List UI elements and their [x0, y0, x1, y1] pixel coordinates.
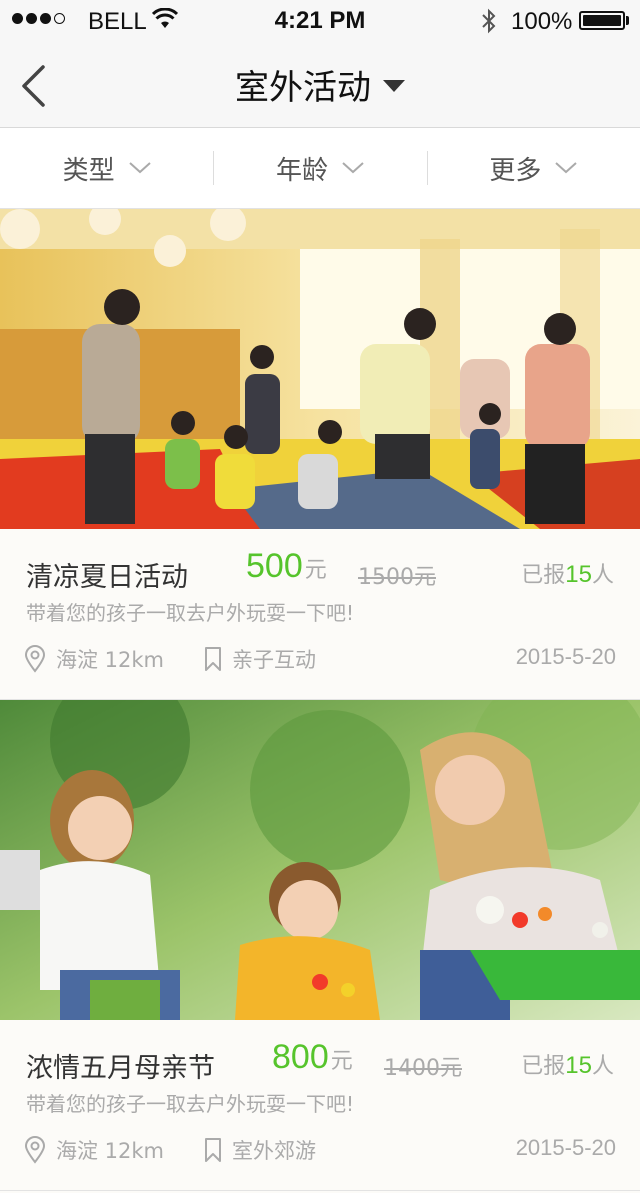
filter-bar: 类型 年龄 更多: [0, 128, 640, 209]
battery-percentage: 100%: [511, 8, 573, 35]
filter-label: 年龄: [275, 155, 328, 186]
activity-date: 2015-5-20: [515, 1135, 616, 1160]
activity-price: 800元: [272, 1038, 353, 1076]
chevron-down-icon: [555, 162, 577, 174]
bookmark-icon: [205, 1138, 221, 1162]
activity-photo: [0, 209, 640, 529]
filter-label: 类型: [62, 155, 115, 186]
location-pin-icon: [24, 1136, 46, 1164]
activity-date: 2015-5-20: [515, 644, 616, 669]
status-bar: BELL 4:21 PM 100%: [0, 0, 640, 40]
activity-title: 清凉夏日活动: [26, 562, 188, 593]
location-meta: 海淀 12km: [24, 1135, 164, 1165]
category-text: 室外郊游: [232, 1139, 316, 1163]
activity-price: 500元: [246, 547, 327, 585]
location-pin-icon: [24, 645, 46, 673]
battery-icon: [579, 11, 625, 30]
category-meta: 室外郊游: [204, 1135, 316, 1165]
filter-more[interactable]: 更多: [426, 128, 640, 208]
page-title: 室外活动: [235, 68, 371, 108]
battery-tip: [626, 16, 629, 25]
filter-label: 更多: [489, 155, 542, 186]
activity-info: 清凉夏日活动 500元 1500元 已报15人 带着您的孩子一取去户外玩耍一下吧…: [0, 529, 640, 700]
bluetooth-icon: [482, 8, 496, 34]
navigation-bar: 室外活动: [0, 40, 640, 128]
bookmark-icon: [205, 647, 221, 671]
chevron-down-icon: [342, 162, 364, 174]
caret-down-icon: [383, 79, 405, 92]
original-price: 1400元: [384, 1056, 462, 1081]
location-text: 海淀 12km: [56, 1139, 165, 1163]
category-meta: 亲子互动: [204, 644, 316, 674]
activity-slogan: 带着您的孩子一取去户外玩耍一下吧!: [26, 1092, 355, 1116]
filter-type[interactable]: 类型: [0, 128, 213, 208]
activity-card[interactable]: 清凉夏日活动 500元 1500元 已报15人 带着您的孩子一取去户外玩耍一下吧…: [0, 209, 640, 700]
activity-info: 浓情五月母亲节 800元 1400元 已报15人 带着您的孩子一取去户外玩耍一下…: [0, 1020, 640, 1191]
activity-card[interactable]: 浓情五月母亲节 800元 1400元 已报15人 带着您的孩子一取去户外玩耍一下…: [0, 700, 640, 1193]
filter-age[interactable]: 年龄: [213, 128, 426, 208]
enrolled-count: 已报15人: [521, 1052, 614, 1079]
location-meta: 海淀 12km: [24, 644, 164, 674]
enrolled-count: 已报15人: [521, 561, 614, 588]
activity-slogan: 带着您的孩子一取去户外玩耍一下吧!: [26, 601, 355, 625]
page-title-dropdown[interactable]: 室外活动: [0, 60, 640, 109]
original-price: 1500元: [358, 565, 436, 590]
chevron-down-icon: [129, 162, 151, 174]
activity-photo: [0, 700, 640, 1020]
category-text: 亲子互动: [232, 648, 316, 672]
activity-title: 浓情五月母亲节: [26, 1053, 215, 1084]
location-text: 海淀 12km: [56, 648, 165, 672]
